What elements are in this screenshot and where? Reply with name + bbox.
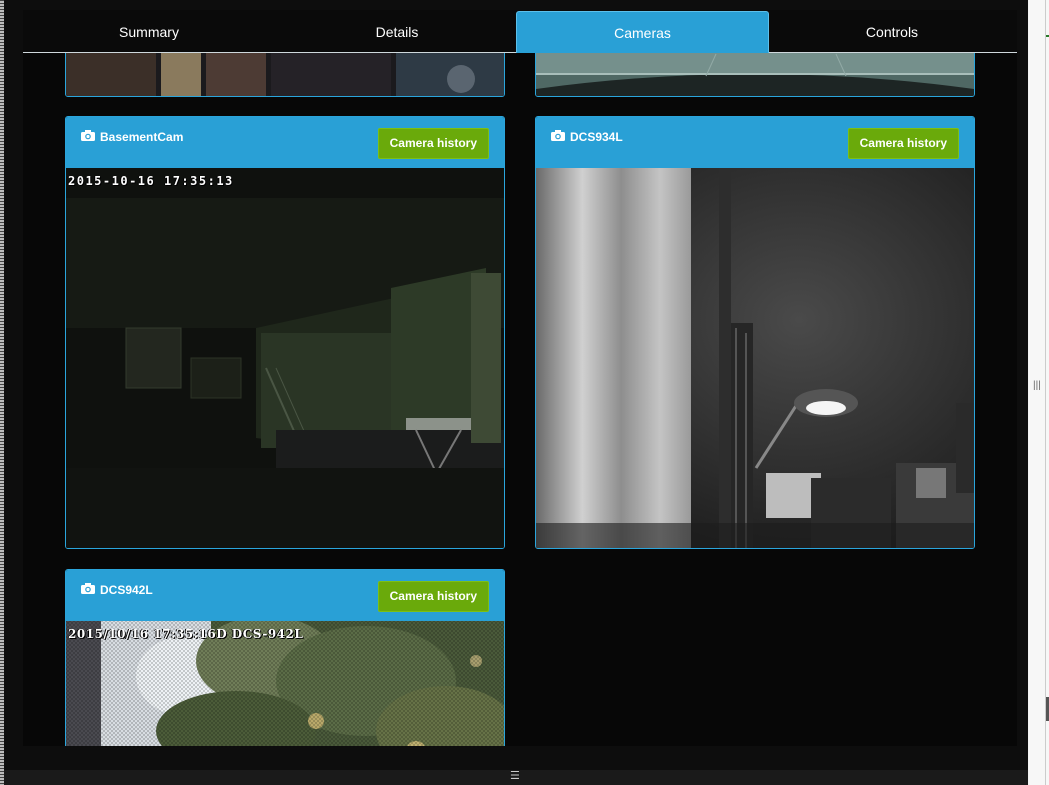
camera-image-dcs934l	[536, 168, 974, 548]
tab-details[interactable]: Details	[275, 10, 519, 52]
horizontal-splitter-grip-icon[interactable]: ☰	[510, 769, 520, 782]
vertical-splitter[interactable]	[1029, 0, 1049, 785]
camera-feed-basementcam[interactable]: 2015-10-16 17:35:13	[66, 168, 504, 548]
camera-feed-dcs942l[interactable]: 2015/10/16 17:35:16D DCS-942L	[66, 621, 504, 746]
tab-cameras[interactable]: Cameras	[516, 11, 769, 53]
camera-history-button[interactable]: Camera history	[847, 128, 959, 159]
camera-name: DCS934L	[570, 130, 623, 144]
camera-feed-partial-right	[536, 53, 974, 96]
camera-card-partial-left	[65, 53, 505, 97]
camera-image-basementcam	[66, 168, 504, 548]
camera-card-header: DCS942L Camera history	[66, 570, 504, 621]
camera-feed-partial-left	[66, 53, 504, 96]
camera-name: DCS942L	[100, 583, 153, 597]
camera-history-button[interactable]: Camera history	[377, 581, 489, 612]
camera-panel: Summary Details Cameras Controls Basemen…	[23, 10, 1017, 746]
camera-card-partial-right	[535, 53, 975, 97]
camera-name: BasementCam	[100, 130, 184, 144]
right-edge-line	[1045, 0, 1046, 785]
camera-timestamp: 2015-10-16 17:35:13	[68, 174, 234, 188]
camera-card-header: BasementCam Camera history	[66, 117, 504, 168]
cameras-scroll-area[interactable]: BasementCam Camera history 2015-10-16 17…	[23, 53, 1017, 746]
camera-icon	[551, 130, 565, 141]
camera-card-header: DCS934L Camera history	[536, 117, 974, 168]
tab-summary[interactable]: Summary	[23, 10, 275, 52]
camera-card-dcs934l: DCS934L Camera history	[535, 116, 975, 549]
camera-card-basementcam: BasementCam Camera history 2015-10-16 17…	[65, 116, 505, 549]
camera-card-dcs942l: DCS942L Camera history 2015/10/16 17:35:…	[65, 569, 505, 746]
camera-history-button[interactable]: Camera history	[377, 128, 489, 159]
vertical-splitter-grip-icon[interactable]: |||	[1033, 380, 1041, 391]
app-frame: Summary Details Cameras Controls Basemen…	[4, 0, 1028, 770]
camera-icon	[81, 130, 95, 141]
tab-controls[interactable]: Controls	[767, 10, 1017, 52]
camera-icon	[81, 583, 95, 594]
camera-timestamp: 2015/10/16 17:35:16D DCS-942L	[68, 627, 304, 641]
tab-bar: Summary Details Cameras Controls	[23, 10, 1017, 53]
camera-feed-dcs934l[interactable]	[536, 168, 974, 548]
